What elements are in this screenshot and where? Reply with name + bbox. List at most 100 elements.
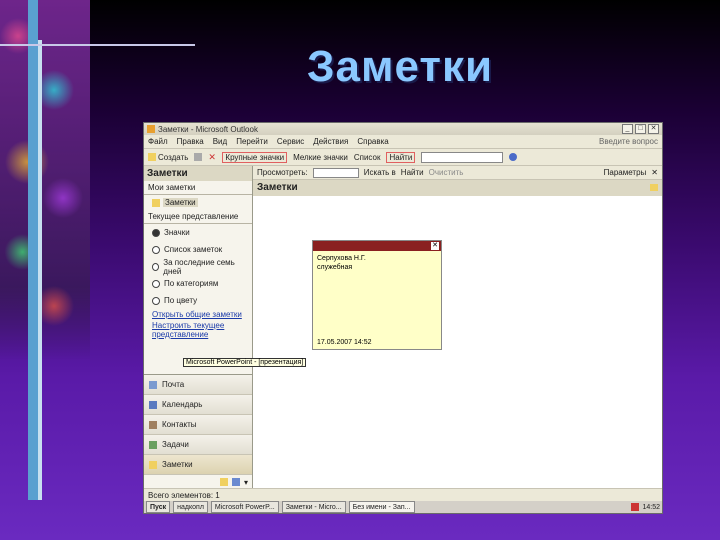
nav-button-calendar[interactable]: Календарь bbox=[144, 395, 252, 415]
create-button[interactable]: Создать bbox=[148, 153, 188, 162]
nav-button-contacts[interactable]: Контакты bbox=[144, 415, 252, 435]
taskbar-item[interactable]: Без имени - Зап... bbox=[348, 501, 415, 513]
decorative-line bbox=[0, 44, 195, 46]
notes-folder-icon bbox=[650, 184, 658, 191]
toolbar: Создать ✕ Крупные значки Мелкие значки С… bbox=[144, 149, 662, 166]
note-close-icon[interactable]: ✕ bbox=[431, 242, 439, 250]
nav-footer: ▾ bbox=[144, 475, 252, 489]
notes-folder[interactable]: Заметки bbox=[144, 195, 252, 210]
close-find-icon[interactable]: ✕ bbox=[651, 168, 658, 177]
nav-button-label: Задачи bbox=[162, 440, 189, 449]
menu-help[interactable]: Справка bbox=[357, 137, 388, 146]
view-label: Список заметок bbox=[164, 245, 223, 254]
note-body[interactable]: Серпухова Н.Г. служебная bbox=[313, 251, 441, 275]
nav-button-label: Заметки bbox=[162, 460, 193, 469]
view-label: За последние семь дней bbox=[163, 257, 235, 276]
decorative-bar bbox=[28, 0, 38, 500]
menu-edit[interactable]: Правка bbox=[177, 137, 204, 146]
main-header-title: Заметки bbox=[257, 182, 298, 193]
shortcuts-icon[interactable] bbox=[231, 478, 240, 486]
clock: 14:52 bbox=[642, 503, 660, 511]
note-header: ✕ bbox=[313, 241, 441, 251]
view-label: Значки bbox=[164, 228, 190, 237]
slide-title: Заметки bbox=[306, 42, 494, 91]
menu-go[interactable]: Перейти bbox=[236, 137, 268, 146]
small-icons-button[interactable]: Мелкие значки bbox=[293, 153, 348, 162]
note-date: 17.05.2007 14:52 bbox=[317, 339, 372, 346]
navigation-pane: Заметки Мои заметки Заметки Текущее пред… bbox=[144, 166, 253, 489]
window-title: Заметки - Microsoft Outlook bbox=[158, 124, 258, 134]
maximize-button[interactable]: □ bbox=[635, 124, 646, 134]
notes-icon bbox=[149, 460, 157, 469]
taskbar-item[interactable]: Microsoft PowerP... bbox=[210, 501, 279, 513]
address-search-input[interactable] bbox=[421, 151, 504, 163]
radio-icon bbox=[152, 279, 160, 288]
menu-bar: Файл Правка Вид Перейти Сервис Действия … bbox=[144, 135, 662, 149]
view-option-by-color[interactable]: По цвету bbox=[144, 292, 252, 309]
nav-button-notes[interactable]: Заметки bbox=[144, 455, 252, 475]
close-button[interactable]: ✕ bbox=[648, 124, 659, 134]
system-tray: 14:52 bbox=[631, 503, 660, 511]
folder-list-icon[interactable] bbox=[219, 478, 228, 486]
title-bar: Заметки - Microsoft Outlook _ □ ✕ bbox=[144, 123, 662, 135]
large-icons-label: Крупные значки bbox=[225, 152, 285, 162]
my-notes-label: Мои заметки bbox=[144, 181, 252, 195]
start-button[interactable]: Пуск bbox=[146, 501, 171, 513]
help-icon[interactable] bbox=[509, 153, 518, 161]
radio-icon bbox=[152, 296, 160, 305]
customize-view-link[interactable]: Настроить текущее представление bbox=[144, 320, 252, 340]
current-view-label: Текущее представление bbox=[144, 210, 252, 224]
taskbar-item[interactable]: Заметки - Micro... bbox=[281, 501, 346, 513]
menu-file[interactable]: Файл bbox=[148, 137, 168, 146]
contacts-icon bbox=[149, 420, 157, 429]
note-text: Серпухова Н.Г. bbox=[317, 255, 366, 262]
folder-label: Заметки bbox=[163, 198, 198, 207]
delete-icon[interactable]: ✕ bbox=[208, 153, 216, 162]
decorative-bar-light bbox=[38, 40, 42, 500]
find-button[interactable]: Найти bbox=[386, 151, 416, 163]
menu-view[interactable]: Вид bbox=[213, 137, 227, 146]
taskbar-item[interactable]: надкопл bbox=[173, 501, 208, 513]
mail-icon bbox=[149, 380, 157, 389]
minimize-button[interactable]: _ bbox=[622, 124, 633, 134]
folder-icon bbox=[152, 198, 160, 207]
view-option-icons[interactable]: Значки bbox=[144, 224, 252, 241]
search-label: Просмотреть: bbox=[257, 168, 308, 177]
options-dropdown[interactable]: Параметры bbox=[604, 168, 647, 177]
view-option-last-seven-days[interactable]: За последние семь дней bbox=[144, 257, 252, 276]
list-button[interactable]: Список bbox=[354, 153, 381, 162]
view-option-list[interactable]: Список заметок bbox=[144, 241, 252, 258]
calendar-icon bbox=[149, 400, 157, 409]
nav-button-label: Контакты bbox=[162, 420, 197, 429]
print-icon[interactable] bbox=[194, 153, 203, 161]
help-input[interactable]: Введите вопрос bbox=[599, 137, 658, 146]
find-label: Найти bbox=[389, 152, 413, 162]
view-option-by-category[interactable]: По категориям bbox=[144, 275, 252, 292]
view-label: По категориям bbox=[164, 279, 219, 288]
tray-icon[interactable] bbox=[631, 503, 640, 511]
nav-button-label: Почта bbox=[162, 380, 185, 389]
nav-button-mail[interactable]: Почта bbox=[144, 375, 252, 395]
open-shared-notes-link[interactable]: Открыть общие заметки bbox=[144, 309, 252, 320]
create-label: Создать bbox=[158, 152, 189, 162]
tooltip: Microsoft PowerPoint - [презентация] bbox=[183, 358, 307, 367]
search-input[interactable] bbox=[312, 167, 359, 178]
search-in-dropdown[interactable]: Искать в bbox=[364, 168, 396, 177]
menu-tools[interactable]: Сервис bbox=[277, 137, 304, 146]
large-icons-button[interactable]: Крупные значки bbox=[222, 151, 288, 163]
sticky-note[interactable]: ✕ Серпухова Н.Г. служебная 17.05.2007 14… bbox=[312, 240, 442, 350]
tasks-icon bbox=[149, 440, 157, 449]
clear-button[interactable]: Очистить bbox=[429, 168, 464, 177]
menu-actions[interactable]: Действия bbox=[313, 137, 348, 146]
list-label: Список bbox=[353, 152, 381, 162]
nav-button-tasks[interactable]: Задачи bbox=[144, 435, 252, 455]
configure-buttons-icon[interactable]: ▾ bbox=[244, 478, 248, 487]
filter-bar: Просмотреть: Искать в Найти Очистить Пар… bbox=[253, 166, 662, 180]
outlook-icon bbox=[147, 125, 155, 133]
view-label: По цвету bbox=[164, 296, 198, 305]
find-now-button[interactable]: Найти bbox=[401, 168, 424, 177]
nav-button-label: Календарь bbox=[162, 400, 203, 409]
radio-icon bbox=[152, 245, 160, 254]
radio-icon bbox=[152, 262, 160, 271]
note-subtext: служебная bbox=[317, 264, 353, 271]
